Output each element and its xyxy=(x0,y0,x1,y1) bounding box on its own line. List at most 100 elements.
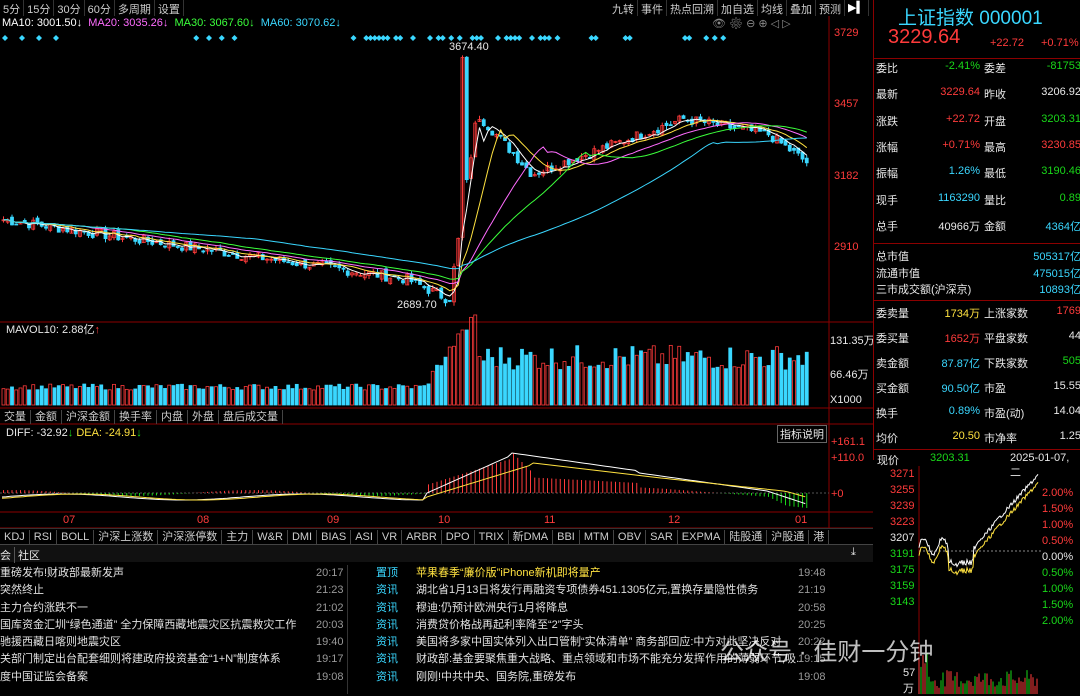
intraday-left-tick: 3143 xyxy=(890,596,915,608)
zoom-in-icon[interactable]: ⊕ xyxy=(758,18,767,30)
news-title[interactable]: 刚刚!中共中央、国务院,重磅发布 xyxy=(416,669,812,686)
indicator-tab[interactable]: 沪股通 xyxy=(767,529,810,544)
news-tab-meeting[interactable]: 会 xyxy=(0,547,11,563)
news-title[interactable]: 国库资金汇圳“绿色通道” 全力保障西藏地震灾区抗震救灾工作 xyxy=(0,617,300,634)
indicator-tab[interactable]: 新DMA xyxy=(509,529,554,544)
indicator-tab[interactable]: DPO xyxy=(442,529,475,544)
indicator-tab[interactable]: W&R xyxy=(253,529,288,544)
stat-row: 现手 1163290 量比 0.89 xyxy=(876,192,1080,212)
volume-bar xyxy=(732,366,737,406)
subtab-amount[interactable]: 金额 xyxy=(31,410,62,424)
news-item[interactable]: 资讯 穆迪:仍预计欧洲央行1月将降息 20:58 xyxy=(348,600,828,617)
tool-events[interactable]: 事件 xyxy=(638,0,667,16)
news-item[interactable]: 关部门制定出台配套细则将建政府投资基金“1+N”制度体系 19:17 xyxy=(0,651,347,668)
indicator-tab[interactable]: ASI xyxy=(351,529,378,544)
news-title[interactable]: 度中国证监会备案 xyxy=(0,669,300,686)
indicator-tab[interactable]: OBV xyxy=(614,529,647,544)
breadth-value: 90.50亿 xyxy=(941,383,980,395)
news-title[interactable]: 驰援西藏日喀则地震灾区 xyxy=(0,634,300,651)
subtab-hs-amount[interactable]: 沪深金额 xyxy=(62,410,115,424)
right-arrow-icon[interactable]: ▷ xyxy=(782,18,790,30)
volume-bar xyxy=(685,352,690,406)
news-title[interactable]: 苹果春季“廉价版”iPhone新机即将量产 xyxy=(416,565,812,582)
subtab-inner[interactable]: 内盘 xyxy=(157,410,188,424)
news-item[interactable]: 置顶 苹果春季“廉价版”iPhone新机即将量产 19:48 xyxy=(348,565,828,582)
news-time: 19:08 xyxy=(316,670,344,683)
volume-bar xyxy=(303,387,308,406)
settings-tab[interactable]: 设置 xyxy=(155,0,184,16)
indicator-tab[interactable]: 港 xyxy=(809,529,830,544)
news-item[interactable]: 国库资金汇圳“绿色通道” 全力保障西藏地震灾区抗震救灾工作 20:03 xyxy=(0,617,347,634)
volume-bar xyxy=(141,385,146,406)
indicator-tab[interactable]: 主力 xyxy=(222,529,254,544)
tool-ma[interactable]: 均线 xyxy=(758,0,787,16)
period-30min[interactable]: 30分 xyxy=(54,0,85,16)
tool-add-watch[interactable]: 加自选 xyxy=(718,0,758,16)
candle xyxy=(426,286,431,294)
subtab-volume[interactable]: 交量 xyxy=(0,410,31,424)
subtab-outer[interactable]: 外盘 xyxy=(188,410,219,424)
kline-chart-area[interactable] xyxy=(0,0,873,560)
indicator-tab[interactable]: BBI xyxy=(553,529,580,544)
volume-bar xyxy=(787,357,792,406)
download-icon[interactable]: ⤓ xyxy=(851,546,856,559)
period-15min[interactable]: 15分 xyxy=(24,0,55,16)
tool-jiuzhuan[interactable]: 九转 xyxy=(609,0,638,16)
volume-bar xyxy=(741,364,745,406)
volume-bar xyxy=(677,345,682,406)
intraday-right-tick: 0.50% xyxy=(1042,567,1074,579)
indicator-tab[interactable]: 沪深上涨数 xyxy=(94,529,159,544)
news-item[interactable]: 重磅发布!财政部最新发声 20:17 xyxy=(0,565,347,582)
left-arrow-icon[interactable]: ◁ xyxy=(771,18,779,30)
indicator-tab[interactable]: TRIX xyxy=(475,529,509,544)
news-title[interactable]: 主力合约涨跌不一 xyxy=(0,600,300,617)
indicator-tab[interactable]: VR xyxy=(378,529,403,544)
indicator-tab[interactable]: BOLL xyxy=(57,529,95,544)
volume-bar xyxy=(103,389,108,406)
news-category: 资讯 xyxy=(376,618,398,631)
signal-marker xyxy=(19,35,25,41)
news-title[interactable]: 突然终止 xyxy=(0,582,300,599)
multi-period[interactable]: 多周期 xyxy=(115,0,155,16)
indicator-tab[interactable]: 陆股通 xyxy=(725,529,768,544)
tool-forecast[interactable]: 预测 xyxy=(816,0,845,16)
signal-marker xyxy=(592,35,599,41)
period-5min[interactable]: 5分 xyxy=(0,0,25,16)
indicator-tab[interactable]: 沪深涨停数 xyxy=(158,529,223,544)
period-60min[interactable]: 60分 xyxy=(85,0,115,16)
indicator-tab[interactable]: SAR xyxy=(646,529,678,544)
news-item[interactable]: 资讯 刚刚!中共中央、国务院,重磅发布 19:08 xyxy=(348,669,828,686)
tool-hotspot[interactable]: 热点回溯 xyxy=(667,0,718,16)
tool-overlay[interactable]: 叠加 xyxy=(787,0,816,16)
indicator-tab[interactable]: ARBR xyxy=(402,529,442,544)
news-title[interactable]: 穆迪:仍预计欧洲央行1月将降息 xyxy=(416,600,812,617)
news-title[interactable]: 重磅发布!财政部最新发声 xyxy=(0,565,300,582)
collapse-arrow-icon[interactable]: ▶▍ xyxy=(845,0,869,16)
eye-icon[interactable]: 👁 xyxy=(712,18,726,30)
indicator-tab[interactable]: EXPMA xyxy=(678,529,726,544)
volume-bar xyxy=(209,386,214,406)
subtab-after-hours[interactable]: 盘后成交量 xyxy=(219,410,283,424)
indicator-tab[interactable]: BIAS xyxy=(317,529,352,544)
news-item[interactable]: 主力合约涨跌不一 21:02 xyxy=(0,600,347,617)
volume-bar xyxy=(596,364,601,406)
news-tab-community[interactable]: 社区 xyxy=(14,547,40,563)
indicator-help-button[interactable]: 指标说明 xyxy=(777,425,827,443)
news-item[interactable]: 资讯 湖北省1月13日将发行再融资专项债券451.1305亿元,置换存量隐性债务 2… xyxy=(348,582,828,599)
volume-bar xyxy=(180,383,184,406)
volume-bar xyxy=(588,365,592,406)
news-item[interactable]: 驰援西藏日喀则地震灾区 19:40 xyxy=(0,634,347,651)
zoom-out-icon[interactable]: ⊖ xyxy=(746,18,755,30)
news-title[interactable]: 湖北省1月13日将发行再融资专项债券451.1305亿元,置换存量隐性债务 xyxy=(416,582,812,599)
gear-icon[interactable]: ⚙ xyxy=(729,18,743,30)
news-item[interactable]: 度中国证监会备案 19:08 xyxy=(0,669,347,686)
indicator-tab[interactable]: DMI xyxy=(288,529,318,544)
news-item[interactable]: 突然终止 21:23 xyxy=(0,582,347,599)
indicator-tab[interactable]: KDJ xyxy=(0,529,30,544)
breadth-row: 换手 0.89% 市盈(动) 14.04 xyxy=(876,405,1080,425)
indicator-tab[interactable]: MTM xyxy=(580,529,614,544)
indicator-tab[interactable]: RSI xyxy=(30,529,58,544)
news-title[interactable]: 关部门制定出台配套细则将建政府投资基金“1+N”制度体系 xyxy=(0,651,300,668)
candle xyxy=(137,239,142,244)
subtab-turnover[interactable]: 换手率 xyxy=(115,410,157,424)
